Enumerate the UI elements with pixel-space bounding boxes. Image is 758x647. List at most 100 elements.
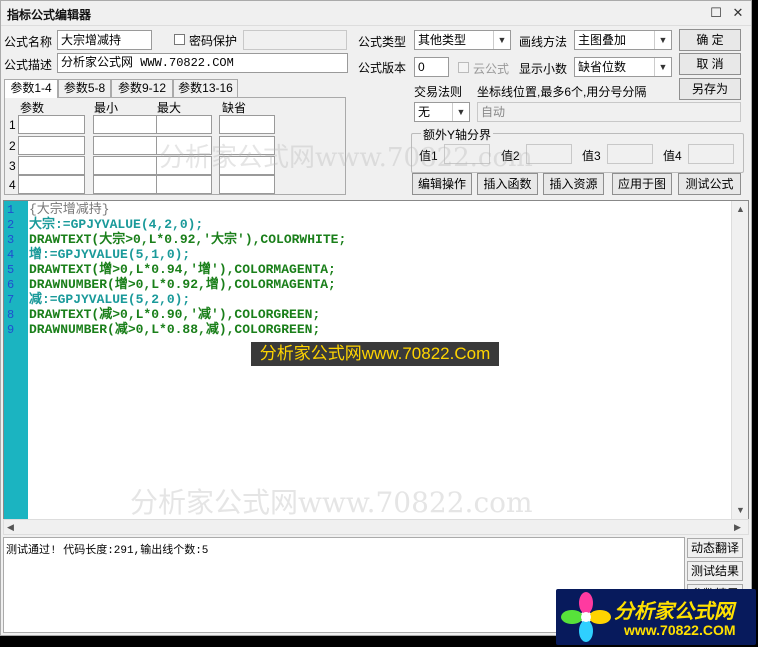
cancel-button[interactable]: 取 消 — [679, 53, 741, 75]
cloud-checkbox[interactable] — [458, 62, 469, 73]
param-4-name-input[interactable] — [18, 175, 85, 194]
code-line-8: DRAWTEXT(减>0,L*0.90,'减'),COLORGREEN; — [29, 307, 321, 322]
val4-input[interactable] — [688, 144, 734, 164]
draw-method-select[interactable]: 主图叠加 ▼ — [574, 30, 672, 50]
logo-name: 分析家公式网 — [614, 601, 734, 623]
param-1-max-input[interactable] — [156, 115, 212, 134]
val3-input[interactable] — [607, 144, 653, 164]
edit-ops-button[interactable]: 编辑操作 — [412, 173, 472, 195]
scroll-down-icon[interactable]: ▼ — [736, 505, 745, 515]
line-number: 2 — [7, 218, 15, 232]
password-label: 密码保护 — [189, 34, 238, 48]
cloud-label: 云公式 — [473, 62, 510, 76]
window-title: 指标公式编辑器 — [7, 8, 92, 22]
code-line-3: DRAWTEXT(大宗>0,L*0.92,'大宗'),COLORWHITE; — [29, 232, 347, 247]
decimal-select[interactable]: 缺省位数 ▼ — [574, 57, 672, 77]
version-label: 公式版本 — [358, 61, 407, 75]
param-row-number: 2 — [9, 139, 16, 153]
val2-label: 值2 — [501, 149, 520, 163]
line-number: 9 — [7, 323, 15, 337]
formula-type-select[interactable]: 其他类型 ▼ — [414, 30, 511, 50]
version-input[interactable]: 0 — [414, 57, 449, 77]
param-3-min-input[interactable] — [93, 156, 160, 175]
val1-input[interactable] — [444, 144, 490, 164]
param-panel: 参数 最小 最大 缺省 1 2 3 4 — [4, 97, 346, 195]
val3-label: 值3 — [582, 149, 601, 163]
title-bar[interactable]: 指标公式编辑器 ☐ ✕ — [1, 1, 751, 26]
test-output-text: 测试通过! 代码长度:291,输出线个数:5 — [6, 545, 209, 557]
formula-editor-window: 指标公式编辑器 ☐ ✕ 公式名称 大宗增减持 密码保护 公式类型 其他类型 ▼ … — [0, 0, 752, 636]
param-header-name: 参数 — [20, 101, 45, 115]
tab-params-9-12[interactable]: 参数9-12 — [111, 79, 173, 97]
scroll-right-icon[interactable]: ▶ — [734, 522, 741, 533]
chevron-down-icon: ▼ — [654, 58, 671, 76]
close-icon[interactable]: ✕ — [729, 4, 747, 22]
val2-input[interactable] — [526, 144, 572, 164]
test-result-button[interactable]: 测试结果 — [687, 561, 743, 581]
insert-function-button[interactable]: 插入函数 — [477, 173, 538, 195]
code-line-9: DRAWNUMBER(减>0,L*0.88,减),COLORGREEN; — [29, 322, 321, 337]
code-line-7: 减:=GPJYVALUE(5,2,0); — [29, 292, 191, 307]
logo-url: www.70822.COM — [624, 622, 736, 638]
tab-params-13-16[interactable]: 参数13-16 — [173, 79, 238, 97]
tab-params-5-8[interactable]: 参数5-8 — [58, 79, 111, 97]
apply-to-chart-button[interactable]: 应用于图 — [612, 173, 672, 195]
site-logo: 分析家公式网 www.70822.COM — [556, 589, 756, 645]
decimal-label: 显示小数 — [519, 62, 568, 76]
watermark-bottom: 分析家公式网www.70822.com — [130, 486, 533, 519]
param-header-default: 缺省 — [222, 101, 247, 115]
description-input[interactable]: 分析家公式网 WWW.70822.COM — [57, 53, 348, 73]
param-2-default-input[interactable] — [219, 136, 275, 155]
line-number-gutter: 1 2 3 4 5 6 7 8 9 — [4, 201, 28, 519]
trade-rule-label: 交易法则 — [414, 85, 463, 99]
val4-label: 值4 — [663, 149, 682, 163]
param-4-default-input[interactable] — [219, 175, 275, 194]
code-line-4: 增:=GPJYVALUE(5,1,0); — [29, 247, 191, 262]
trade-rule-select[interactable]: 无 ▼ — [414, 102, 470, 122]
line-number: 8 — [7, 308, 15, 322]
param-3-name-input[interactable] — [18, 156, 85, 175]
code-line-2: 大宗:=GPJYVALUE(4,2,0); — [29, 217, 204, 232]
param-1-name-input[interactable] — [18, 115, 85, 134]
ok-button[interactable]: 确 定 — [679, 29, 741, 51]
param-2-min-input[interactable] — [93, 136, 160, 155]
param-row-number: 1 — [9, 118, 16, 132]
param-4-max-input[interactable] — [156, 175, 212, 194]
param-header-min: 最小 — [94, 101, 119, 115]
code-line-6: DRAWNUMBER(增>0,L*0.92,增),COLORMAGENTA; — [29, 277, 336, 292]
param-1-default-input[interactable] — [219, 115, 275, 134]
formula-name-input[interactable]: 大宗增减持 — [57, 30, 152, 50]
code-line-5: DRAWTEXT(增>0,L*0.94,'增'),COLORMAGENTA; — [29, 262, 336, 277]
formula-name-label: 公式名称 — [4, 35, 53, 49]
param-2-name-input[interactable] — [18, 136, 85, 155]
param-row-number: 3 — [9, 159, 16, 173]
pinwheel-logo-icon — [561, 592, 611, 642]
trade-rule-value: 无 — [418, 105, 431, 119]
dynamic-translate-button[interactable]: 动态翻译 — [687, 538, 743, 558]
param-1-min-input[interactable] — [93, 115, 160, 134]
maximize-icon[interactable]: ☐ — [707, 4, 725, 22]
param-3-max-input[interactable] — [156, 156, 212, 175]
line-number: 1 — [7, 203, 15, 217]
param-4-min-input[interactable] — [93, 175, 160, 194]
test-formula-button[interactable]: 测试公式 — [678, 173, 741, 195]
editor-horizontal-scrollbar[interactable]: ◀ ▶ — [3, 519, 749, 535]
chevron-down-icon: ▼ — [452, 103, 469, 121]
yaxis-group-label: 额外Y轴分界 — [421, 126, 494, 143]
editor-vertical-scrollbar[interactable]: ▲ ▼ — [731, 201, 748, 519]
scroll-up-icon[interactable]: ▲ — [736, 204, 745, 214]
param-2-max-input[interactable] — [156, 136, 212, 155]
password-input[interactable] — [243, 30, 347, 50]
param-3-default-input[interactable] — [219, 156, 275, 175]
param-header-max: 最大 — [157, 101, 182, 115]
tab-params-1-4[interactable]: 参数1-4 — [4, 79, 58, 98]
save-as-button[interactable]: 另存为 — [679, 78, 741, 100]
scroll-left-icon[interactable]: ◀ — [7, 522, 14, 533]
insert-resource-button[interactable]: 插入资源 — [543, 173, 604, 195]
chevron-down-icon: ▼ — [493, 31, 510, 49]
decimal-value: 缺省位数 — [578, 60, 627, 74]
password-checkbox[interactable] — [174, 34, 185, 45]
coord-input[interactable]: 自动 — [477, 102, 741, 122]
coord-label: 坐标线位置,最多6个,用分号分隔 — [477, 85, 647, 99]
draw-method-label: 画线方法 — [519, 35, 568, 49]
